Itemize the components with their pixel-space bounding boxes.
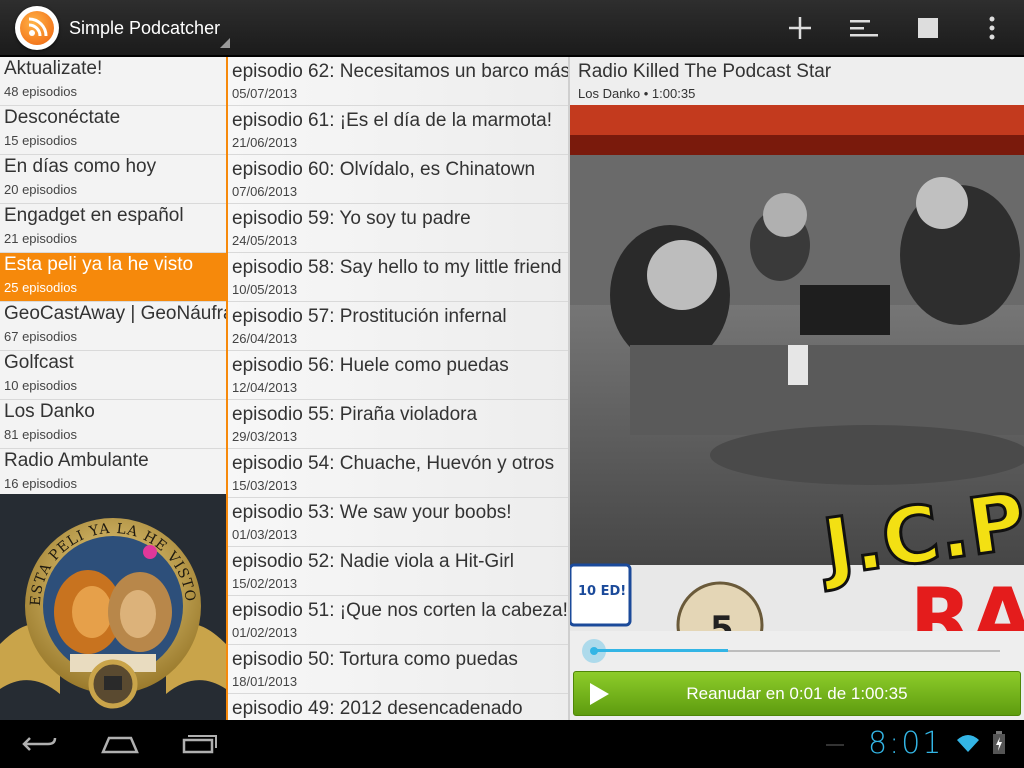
podcast-name: En días como hoy (4, 156, 157, 177)
episode-title: episodio 55: Piraña violadora (232, 404, 478, 425)
episode-date: 29/03/2013 (232, 429, 298, 444)
podcast-list-item[interactable]: Los Danko 81 episodios (0, 400, 226, 449)
episode-date: 26/04/2013 (232, 331, 298, 346)
cover-sign-text: 10 ED! (578, 584, 626, 599)
podcast-list-item[interactable]: Esta peli ya la he visto 25 episodios (0, 253, 226, 302)
episode-list-item[interactable]: episodio 50: Tortura como puedas 18/01/20… (228, 645, 568, 694)
episode-title: episodio 61: ¡Es el día de la marmota! (232, 110, 553, 131)
resume-button[interactable]: Reanudar en 0:01 de 1:00:35 (573, 671, 1021, 716)
podcast-name: Radio Ambulante (4, 450, 149, 471)
podcast-list-item[interactable]: En días como hoy 20 episodios (0, 155, 226, 204)
episode-date: 18/01/2013 (232, 674, 298, 689)
episode-title: episodio 54: Chuache, Huevón y otros (232, 453, 555, 474)
episode-list-item[interactable]: episodio 61: ¡Es el día de la marmota! 21… (228, 106, 568, 155)
seek-progress (594, 649, 728, 652)
podcast-episode-count: 15 episodios (4, 133, 77, 148)
episode-list-item[interactable]: episodio 54: Chuache, Huevón y otros 15/0… (228, 449, 568, 498)
episode-date: 24/05/2013 (232, 233, 298, 248)
episode-title: episodio 49: 2012 desencadenado (232, 698, 523, 719)
overflow-menu-icon[interactable] (972, 8, 1012, 48)
episode-title: episodio 50: Tortura como puedas (232, 649, 518, 670)
podcast-name: Golfcast (4, 352, 74, 373)
podcast-artwork: ESTA PELI YA LA HE VISTO (0, 494, 226, 720)
select-all-icon[interactable] (908, 8, 948, 48)
podcast-list-item[interactable]: Engadget en español 21 episodios (0, 204, 226, 253)
episode-date: 07/06/2013 (232, 184, 298, 199)
dropdown-caret-icon[interactable] (220, 38, 230, 48)
now-playing-meta: Los Danko • 1:00:35 (578, 86, 696, 101)
podcast-episode-count: 16 episodios (4, 476, 77, 491)
episode-date: 01/03/2013 (232, 527, 298, 542)
podcast-name: Aktualizate! (4, 58, 103, 79)
podcast-name: Desconéctate (4, 107, 121, 128)
episode-list-item[interactable]: episodio 56: Huele como puedas 12/04/2013 (228, 351, 568, 400)
episode-list-item[interactable]: episodio 51: ¡Que nos corten la cabeza! 0… (228, 596, 568, 645)
cover-subtitle-text: RA (910, 571, 1024, 631)
podcast-episode-count: 20 episodios (4, 182, 77, 197)
episode-date: 15/02/2013 (232, 576, 298, 591)
podcast-list-item[interactable]: Desconéctate 15 episodios (0, 106, 226, 155)
podcast-episode-count: 21 episodios (4, 231, 77, 246)
podcast-list-item[interactable]: Radio Ambulante 16 episodios (0, 449, 226, 498)
episode-date: 12/04/2013 (232, 380, 298, 395)
home-icon[interactable] (100, 728, 140, 760)
episode-title: episodio 56: Huele como puedas (232, 355, 509, 376)
episode-list-item[interactable]: episodio 58: Say hello to my little frie… (228, 253, 568, 302)
episode-title: episodio 58: Say hello to my little frie… (232, 257, 562, 278)
wifi-icon (956, 732, 980, 759)
podcast-list-item[interactable]: Aktualizate! 48 episodios (0, 57, 226, 106)
podcast-name: Los Danko (4, 401, 95, 422)
notification-icon (826, 744, 844, 746)
episode-cover-image: 10 ED! 5 J.C.Pu RA (570, 105, 1024, 631)
add-icon[interactable] (780, 8, 820, 48)
now-playing-title: Radio Killed The Podcast Star (578, 61, 832, 82)
podcast-list-item[interactable]: GeoCastAway | GeoNáufrago 67 episodios (0, 302, 226, 351)
podcast-list-item[interactable]: Golfcast 10 episodios (0, 351, 226, 400)
episode-date: 05/07/2013 (232, 86, 298, 101)
status-clock: 8:01 (868, 726, 944, 761)
seek-thumb[interactable] (582, 639, 606, 663)
app-logo-icon[interactable] (15, 6, 59, 50)
resume-button-label: Reanudar en 0:01 de 1:00:35 (686, 684, 908, 703)
episode-list-item[interactable]: episodio 52: Nadie viola a Hit-Girl 15/02… (228, 547, 568, 596)
episode-date: 21/06/2013 (232, 135, 298, 150)
episode-date: 15/03/2013 (232, 478, 298, 493)
podcast-episode-count: 48 episodios (4, 84, 77, 99)
player-panel: Radio Killed The Podcast Star Los Danko … (570, 57, 1024, 720)
episode-title: episodio 59: Yo soy tu padre (232, 208, 471, 229)
podcast-list: Aktualizate! 48 episodios Desconéctate 15 e… (0, 57, 226, 720)
episode-list-item[interactable]: episodio 55: Piraña violadora 29/03/2013 (228, 400, 568, 449)
action-bar: Simple Podcatcher (0, 0, 1024, 56)
cover-badge-number: 5 (710, 609, 734, 631)
episode-list-item[interactable]: episodio 62: Necesitamos un barco más gr… (228, 57, 568, 106)
seek-bar[interactable] (580, 639, 1014, 663)
podcast-episode-count: 25 episodios (4, 280, 77, 295)
podcast-name: Esta peli ya la he visto (4, 254, 194, 275)
episode-list-item[interactable]: episodio 49: 2012 desencadenado (228, 694, 568, 720)
app-title[interactable]: Simple Podcatcher (69, 18, 220, 39)
episode-title: episodio 53: We saw your boobs! (232, 502, 512, 523)
recent-apps-icon[interactable] (180, 728, 220, 760)
episode-list: episodio 62: Necesitamos un barco más gr… (228, 57, 568, 720)
podcast-name: Engadget en español (4, 205, 184, 226)
sort-icon[interactable] (844, 8, 884, 48)
episode-title: episodio 51: ¡Que nos corten la cabeza! (232, 600, 568, 621)
podcast-name: GeoCastAway | GeoNáufrago (4, 303, 226, 324)
episode-list-item[interactable]: episodio 59: Yo soy tu padre 24/05/2013 (228, 204, 568, 253)
battery-icon (992, 731, 1006, 760)
episode-title: episodio 57: Prostitución infernal (232, 306, 507, 327)
episode-title: episodio 62: Necesitamos un barco más gr… (232, 61, 568, 82)
episode-list-item[interactable]: episodio 60: Olvídalo, es Chinatown 07/06… (228, 155, 568, 204)
podcast-episode-count: 67 episodios (4, 329, 77, 344)
episode-date: 10/05/2013 (232, 282, 298, 297)
episode-list-item[interactable]: episodio 57: Prostitución infernal 26/04/… (228, 302, 568, 351)
podcast-episode-count: 10 episodios (4, 378, 77, 393)
episode-date: 01/02/2013 (232, 625, 298, 640)
episode-list-item[interactable]: episodio 53: We saw your boobs! 01/03/201… (228, 498, 568, 547)
episode-title: episodio 52: Nadie viola a Hit-Girl (232, 551, 514, 572)
podcast-episode-count: 81 episodios (4, 427, 77, 442)
episode-title: episodio 60: Olvídalo, es Chinatown (232, 159, 536, 180)
back-icon[interactable] (20, 728, 60, 760)
